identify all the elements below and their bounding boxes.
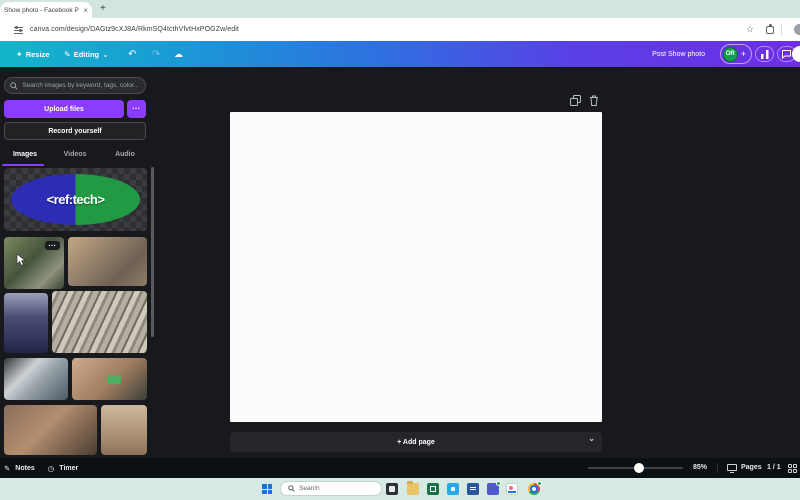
status-badge [496,481,501,486]
screen: Show photo - Facebook P × + canva.com/de… [0,0,800,500]
windows-taskbar: Search [0,478,800,500]
design-title[interactable]: Post Show photo [652,41,705,67]
avatar[interactable]: OR [723,47,738,62]
statusbar: ✎ Notes ◷ Timer 85% Pages 1 / 1 [0,458,800,478]
extensions-icon[interactable] [766,26,774,34]
resize-button[interactable]: ✦ Resize [16,41,49,67]
bookmark-star-icon[interactable]: ☆ [746,24,754,35]
insights-chart-button[interactable] [755,46,774,62]
taskbar-app-window[interactable] [386,483,398,495]
taskbar-file-explorer[interactable] [407,483,419,495]
grid-view-icon[interactable] [788,464,797,473]
taskbar-paint[interactable] [506,483,518,495]
urlbar-divider [781,24,782,35]
design-page[interactable] [230,112,602,422]
search-icon [288,485,295,492]
upload-thumb-vending-machines-room[interactable] [68,237,147,286]
pages-button[interactable]: Pages [741,464,762,471]
account-pill[interactable]: OR + [720,44,752,64]
taskbar-search[interactable]: Search [280,481,382,496]
statusbar-divider [717,463,718,473]
canva-toolbar: Home ✦ Resize ✎ Editing ⌄ ↶ ↷ ☁ Post Sho… [0,41,800,67]
add-page-button[interactable]: + Add page ⌄ [230,432,602,452]
browser-urlbar: canva.com/design/DAGtz9cXJ8A/RkmSQ4tcthV… [0,18,800,41]
tab-images[interactable]: Images [0,146,50,164]
upload-thumb-laptop-workspace[interactable] [4,358,68,400]
taskbar-excel[interactable] [427,483,439,495]
zoom-value[interactable]: 85% [693,464,707,471]
duplicate-page-button[interactable] [570,93,581,111]
status-badge [537,481,542,486]
upload-thumb-branded-fridge[interactable] [101,405,147,455]
thumb-more-icon[interactable]: ••• [45,241,60,250]
reftech-logo-text: <ref:tech> [47,192,105,207]
add-page-chevron-icon[interactable]: ⌄ [588,434,595,443]
reftech-logo-ellipse: <ref:tech> [11,174,140,225]
mouse-cursor [16,253,28,267]
sparkle-icon: ✦ [16,50,23,59]
upload-thumb-reftech-logo[interactable]: <ref:tech> [4,168,147,231]
workspace: Upload files ••• Record yourself Images … [0,67,800,458]
tab-title: Show photo - Facebook P [4,7,81,14]
page-count: 1 / 1 [767,464,781,471]
start-button[interactable] [262,484,272,494]
pen-icon: ✎ [64,50,71,59]
uploads-search[interactable] [4,77,146,94]
uploads-tabs: Images Videos Audio [0,146,150,164]
undo-button[interactable]: ↶ [128,41,136,67]
search-icon [10,82,17,90]
browser-profile-avatar[interactable] [794,24,800,35]
panel-scrollbar[interactable] [151,167,154,337]
url-text[interactable]: canva.com/design/DAGtz9cXJ8A/RkmSQ4tcthV… [30,26,239,33]
redo-button[interactable]: ↷ [152,41,160,67]
editing-mode-dropdown[interactable]: ✎ Editing ⌄ [64,41,109,67]
delete-page-button[interactable] [589,93,599,111]
duplicate-page-icon [570,95,581,106]
site-settings-icon[interactable] [14,25,23,34]
taskbar-teams[interactable] [487,483,499,495]
add-member-button[interactable]: + [741,49,746,59]
record-yourself-button[interactable]: Record yourself [4,122,146,140]
new-tab-button[interactable]: + [100,3,106,14]
cloud-save-icon: ☁ [174,41,183,67]
bar-chart-icon [760,50,770,59]
pages-icon [727,464,737,471]
upload-thumb-customer-at-kiosk[interactable] [4,405,97,455]
notes-button[interactable]: Notes [15,465,34,472]
trash-icon [589,95,599,106]
upload-thumb-card-stack[interactable] [52,291,147,353]
chevron-down-icon: ⌄ [102,50,109,59]
timer-icon: ◷ [48,464,55,473]
upload-more-button[interactable]: ••• [127,100,146,118]
tab-close-icon[interactable]: × [83,6,88,15]
taskbar-mail[interactable] [447,483,459,495]
upload-thumb-hand-holding-phone[interactable] [72,358,147,400]
timer-button[interactable]: Timer [59,465,78,472]
notes-icon: ✎ [4,464,10,473]
zoom-slider-knob[interactable] [634,463,644,473]
tab-audio[interactable]: Audio [100,146,150,164]
upload-files-button[interactable]: Upload files [4,100,124,118]
upload-thumb-kiosk-displays[interactable] [4,293,48,353]
chat-bubble-icon [781,49,792,59]
taskbar-chrome[interactable] [528,483,540,495]
browser-tab[interactable]: Show photo - Facebook P × [0,2,92,18]
browser-tabstrip: Show photo - Facebook P × + [0,0,800,18]
taskbar-word[interactable] [467,483,479,495]
tab-videos[interactable]: Videos [50,146,100,164]
upload-thumb-presenter-outdoors[interactable]: ••• [4,237,64,289]
uploads-search-input[interactable] [20,81,140,90]
